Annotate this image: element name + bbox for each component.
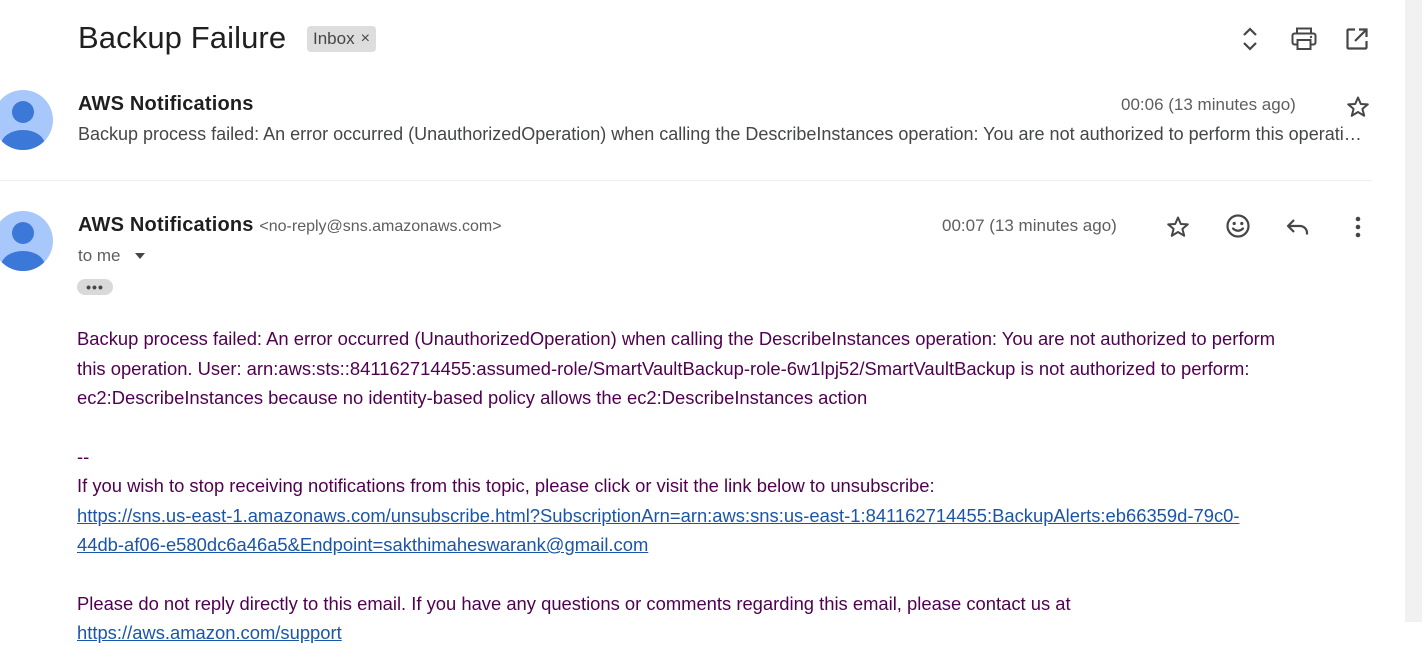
message-time: 00:07 (13 minutes ago) <box>942 216 1117 235</box>
message-snippet[interactable]: Backup process failed: An error occurred… <box>78 124 1370 145</box>
open-in-new-window-icon[interactable] <box>1343 25 1371 53</box>
emoji-reaction-icon[interactable] <box>1224 212 1252 240</box>
body-line: Backup process failed: An error occurred… <box>77 328 1276 349</box>
star-icon[interactable] <box>1344 94 1372 120</box>
unsubscribe-link[interactable]: https://sns.us-east-1.amazonaws.com/unsu… <box>77 505 1240 526</box>
avatar[interactable] <box>0 211 53 271</box>
recipient-details-toggle[interactable]: to me <box>78 246 145 266</box>
body-line: this operation. User: arn:aws:sts::84116… <box>77 357 1250 379</box>
support-link[interactable]: https://aws.amazon.com/support <box>77 622 342 643</box>
contact-text: Please do not reply directly to this ema… <box>77 592 1071 614</box>
message-divider <box>0 180 1372 181</box>
unsubscribe-text: If you wish to stop receiving notificati… <box>77 475 935 496</box>
star-icon[interactable] <box>1164 213 1192 241</box>
recipient-text: to me <box>78 246 121 265</box>
reply-icon[interactable] <box>1284 213 1312 241</box>
remove-label-icon[interactable]: × <box>361 30 370 48</box>
sender-line[interactable]: AWS Notifications <no-reply@sns.amazonaw… <box>78 214 502 237</box>
message-time: 00:06 (13 minutes ago) <box>1121 95 1296 114</box>
unsubscribe-link[interactable]: 44db-af06-e580dc6a46a5&Endpoint=sakthima… <box>77 534 648 555</box>
signature-separator: -- <box>77 445 90 467</box>
scrollbar[interactable] <box>1405 0 1422 622</box>
body-line: ec2:DescribeInstances because no identit… <box>77 387 868 408</box>
sender-email[interactable]: <no-reply@sns.amazonaws.com> <box>259 218 501 235</box>
expand-collapse-icon[interactable] <box>1236 24 1264 54</box>
sender-name[interactable]: AWS Notifications <box>78 214 254 236</box>
email-subject: Backup Failure <box>78 20 287 55</box>
chevron-down-icon <box>134 253 145 259</box>
inbox-label-chip[interactable]: Inbox × <box>307 26 376 52</box>
label-name: Inbox <box>313 29 355 48</box>
more-vert-icon[interactable] <box>1345 213 1371 241</box>
message-body: Backup process failed: An error occurred… <box>77 324 1377 648</box>
show-trimmed-content-button[interactable]: ••• <box>77 279 113 295</box>
avatar[interactable] <box>0 90 53 150</box>
sender-name[interactable]: AWS Notifications <box>78 93 254 116</box>
print-icon[interactable] <box>1289 25 1319 53</box>
